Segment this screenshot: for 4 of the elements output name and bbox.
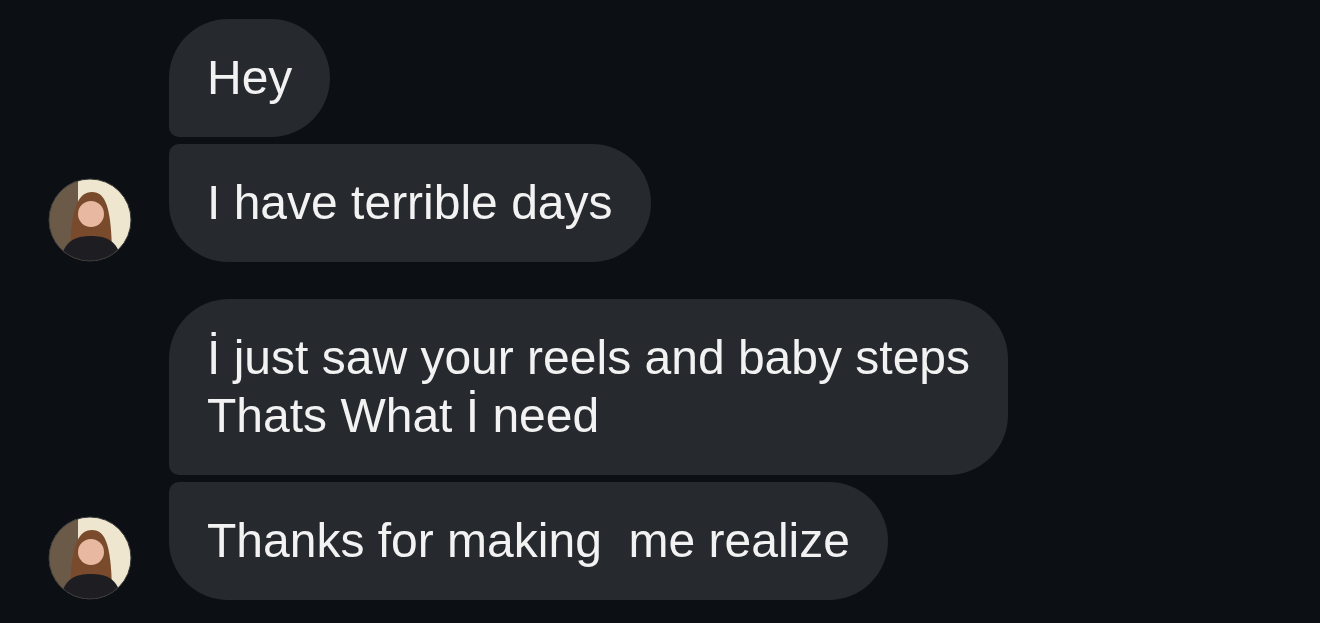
message-bubble: Thanks for making me realize [169,482,888,600]
message-bubble: I have terrible days [169,144,651,262]
message-bubble: Hey [169,19,331,137]
message-bubble: İ just saw your reels and baby steps Thats What İ need [169,299,1009,475]
